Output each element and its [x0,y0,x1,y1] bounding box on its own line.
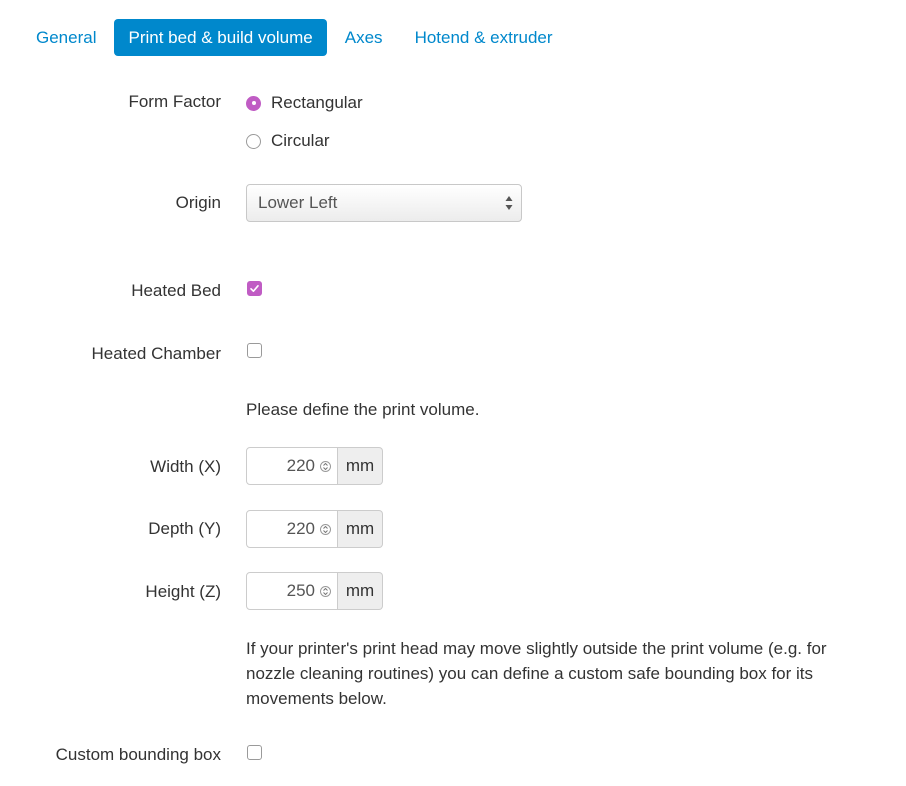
height-value: 250 [286,581,315,600]
tab-general[interactable]: General [22,19,110,56]
depth-input-group: 220 mm [246,510,383,548]
bounding-box-note: If your printer's print head may move sl… [246,639,827,708]
width-input-group: 220 mm [246,447,383,485]
print-volume-intro: Please define the print volume. [246,400,480,419]
depth-unit: mm [338,510,383,548]
height-input-group: 250 mm [246,572,383,610]
tab-print-bed-build-volume[interactable]: Print bed & build volume [114,19,327,56]
height-input[interactable]: 250 [246,572,338,610]
spinner-icon[interactable] [320,460,331,473]
width-unit: mm [338,447,383,485]
width-value: 220 [286,456,315,475]
rectangular-radio[interactable] [246,95,261,111]
origin-select[interactable]: Lower Left [246,184,522,222]
spinner-icon[interactable] [320,523,331,536]
select-arrows-icon [505,196,513,210]
depth-value: 220 [286,519,315,538]
tab-hotend-extruder[interactable]: Hotend & extruder [401,19,567,56]
tab-bar: General Print bed & build volume Axes Ho… [22,19,571,57]
depth-input[interactable]: 220 [246,510,338,548]
checkmark-icon [250,285,259,292]
circular-radio[interactable] [246,133,261,149]
origin-select-value: Lower Left [258,193,338,212]
origin-label: Origin [175,193,221,212]
width-label: Width (X) [150,457,221,476]
depth-label: Depth (Y) [148,519,221,538]
heated-chamber-checkbox[interactable] [247,343,262,358]
tab-axes[interactable]: Axes [331,19,397,56]
height-unit: mm [338,572,383,610]
form-factor-label: Form Factor [128,92,221,111]
heated-chamber-label: Heated Chamber [91,344,221,363]
circular-radio-label: Circular [271,131,330,150]
width-input[interactable]: 220 [246,447,338,485]
custom-bounding-box-checkbox[interactable] [247,745,262,760]
spinner-icon[interactable] [320,585,331,598]
heated-bed-label: Heated Bed [131,281,221,300]
form-factor-circular-option[interactable]: Circular [246,129,330,153]
form-factor-rectangular-option[interactable]: Rectangular [246,91,363,115]
height-label: Height (Z) [145,582,221,601]
custom-bounding-box-label: Custom bounding box [55,745,221,764]
rectangular-radio-label: Rectangular [271,93,363,112]
heated-bed-checkbox[interactable] [247,281,262,296]
